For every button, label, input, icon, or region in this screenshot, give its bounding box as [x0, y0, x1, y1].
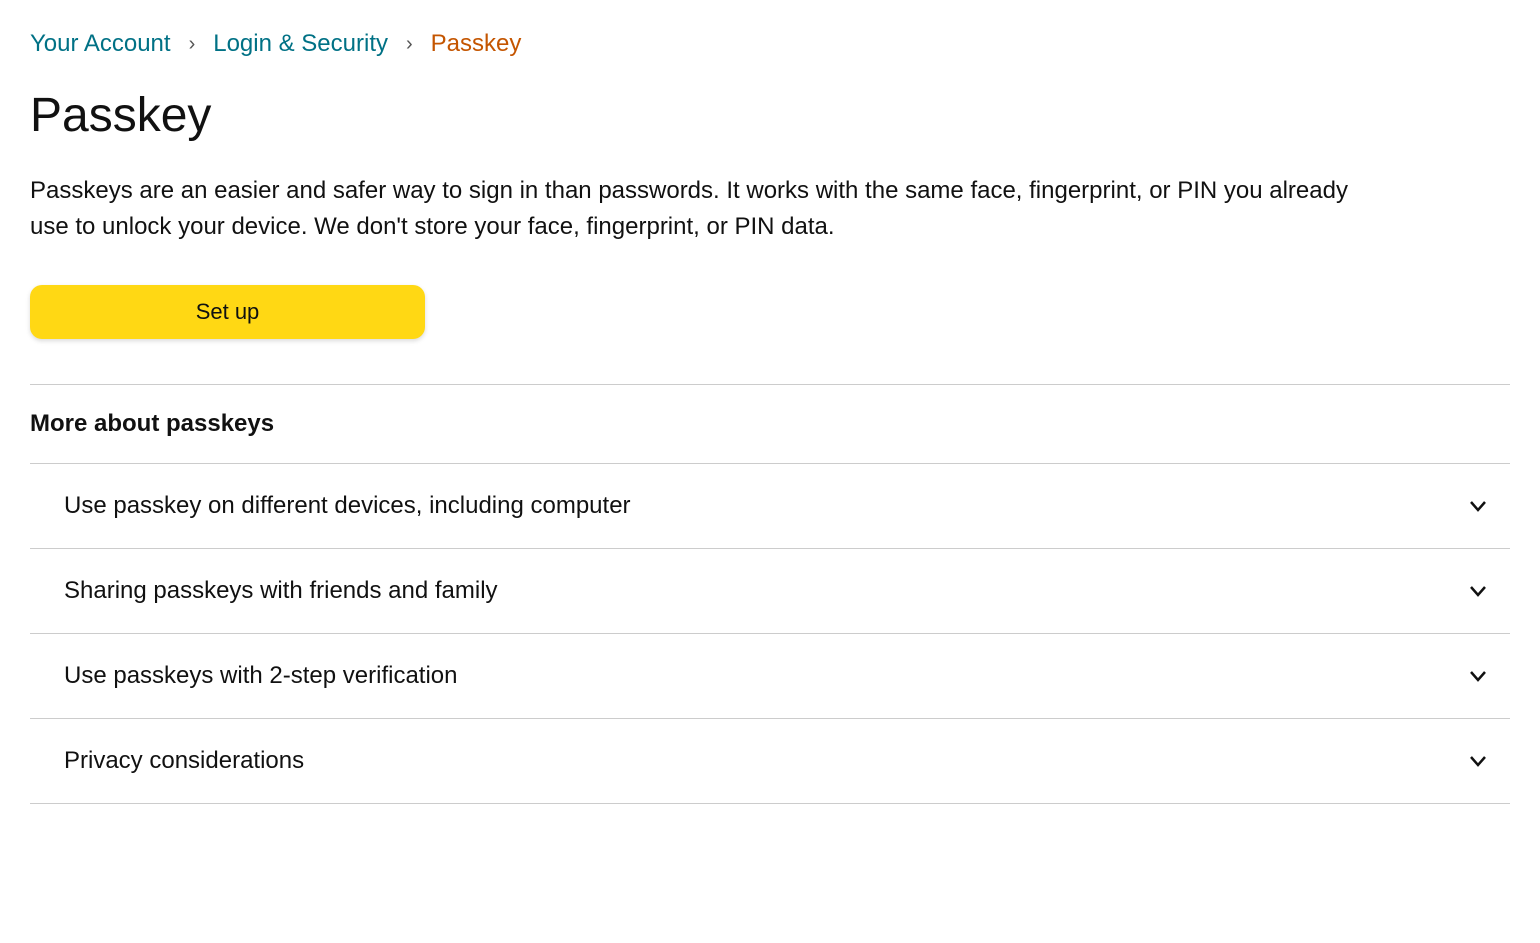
accordion-item-label: Sharing passkeys with friends and family: [64, 577, 498, 605]
breadcrumb-link-your-account[interactable]: Your Account: [30, 30, 171, 58]
accordion-item-label: Use passkey on different devices, includ…: [64, 492, 631, 520]
accordion: Use passkey on different devices, includ…: [30, 463, 1510, 804]
setup-button[interactable]: Set up: [30, 285, 425, 339]
page-container: Your Account › Login & Security › Passke…: [30, 30, 1510, 804]
accordion-item-label: Privacy considerations: [64, 747, 304, 775]
breadcrumb-separator: ›: [189, 33, 196, 56]
chevron-down-icon: [1466, 579, 1490, 603]
accordion-item-privacy[interactable]: Privacy considerations: [30, 719, 1510, 804]
accordion-item-2step[interactable]: Use passkeys with 2-step verification: [30, 634, 1510, 719]
more-about-passkeys-title: More about passkeys: [30, 410, 1510, 438]
breadcrumb-separator: ›: [406, 33, 413, 56]
breadcrumb: Your Account › Login & Security › Passke…: [30, 30, 1510, 58]
breadcrumb-link-login-security[interactable]: Login & Security: [213, 30, 388, 58]
accordion-item-sharing[interactable]: Sharing passkeys with friends and family: [30, 549, 1510, 634]
page-description: Passkeys are an easier and safer way to …: [30, 173, 1350, 245]
chevron-down-icon: [1466, 494, 1490, 518]
breadcrumb-current: Passkey: [431, 30, 522, 58]
accordion-item-different-devices[interactable]: Use passkey on different devices, includ…: [30, 464, 1510, 549]
chevron-down-icon: [1466, 664, 1490, 688]
accordion-item-label: Use passkeys with 2-step verification: [64, 662, 458, 690]
page-title: Passkey: [30, 88, 1510, 143]
divider: [30, 384, 1510, 385]
chevron-down-icon: [1466, 749, 1490, 773]
